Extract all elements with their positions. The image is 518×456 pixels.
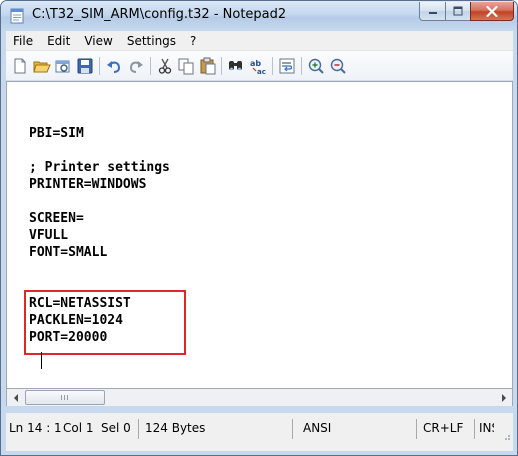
svg-text:ac: ac (257, 68, 266, 75)
redo-icon[interactable] (127, 57, 145, 75)
scroll-left-button[interactable] (7, 389, 24, 406)
code-line: ; Printer settings (29, 160, 170, 175)
menu-view[interactable]: View (77, 31, 119, 51)
toolbar-separator (301, 57, 302, 75)
status-column: Col 1 (63, 421, 94, 435)
word-wrap-icon[interactable] (278, 57, 296, 75)
close-icon (486, 5, 498, 17)
find-file-icon[interactable] (54, 57, 72, 75)
status-separator (292, 419, 293, 439)
menu-edit[interactable]: Edit (40, 31, 77, 51)
menu-help[interactable]: ? (183, 31, 203, 51)
status-file-size: 124 Bytes (145, 421, 206, 435)
code-line: FONT=SMALL (29, 245, 108, 260)
status-line-endings[interactable]: CR+LF (420, 413, 468, 443)
maximize-button[interactable] (445, 2, 471, 21)
zoom-out-icon[interactable] (329, 57, 347, 75)
open-folder-icon[interactable] (33, 57, 51, 75)
arrow-left-icon (13, 393, 18, 402)
status-selection: Sel 0 (101, 421, 131, 435)
scroll-thumb-grip: III (60, 393, 70, 402)
code-line: SCREEN= (29, 211, 84, 226)
code-line: PRINTER=WINDOWS (29, 177, 147, 192)
code-line: PBI=SIM (29, 126, 84, 141)
status-separator (138, 419, 139, 439)
cut-icon[interactable] (156, 57, 174, 75)
menu-settings[interactable]: Settings (120, 31, 183, 51)
highlight-annotation-box (24, 290, 186, 355)
copy-icon[interactable] (177, 57, 195, 75)
undo-icon[interactable] (105, 57, 123, 75)
scroll-right-button[interactable] (495, 389, 512, 406)
zoom-in-icon[interactable] (307, 57, 325, 75)
paste-icon[interactable] (199, 57, 217, 75)
close-button[interactable] (470, 2, 514, 21)
toolbar-separator (99, 57, 100, 75)
status-insert-mode: INS (479, 421, 494, 435)
status-bar: Ln 14 : 14 Col 1 Sel 0 124 Bytes ANSI CR… (6, 413, 513, 451)
save-icon[interactable] (76, 57, 94, 75)
toolbar: ab ac (6, 51, 513, 81)
toolbar-separator (150, 57, 151, 75)
notepad-app-icon (10, 8, 24, 24)
toolbar-separator (221, 57, 222, 75)
svg-text:ab: ab (250, 59, 261, 68)
replace-icon[interactable]: ab ac (249, 57, 267, 75)
text-editor[interactable]: PBI=SIM ; Printer settings PRINTER=WINDO… (6, 81, 513, 389)
menu-bar: File Edit View Settings ? (6, 31, 513, 51)
window-title: C:\T32_SIM_ARM\config.t32 - Notepad2 (32, 7, 287, 22)
status-separator (416, 419, 417, 439)
resize-grip-icon[interactable] (501, 431, 511, 441)
minimize-button[interactable] (419, 2, 446, 21)
status-separator (474, 419, 475, 439)
minimize-icon (428, 12, 437, 14)
text-caret (41, 352, 42, 369)
code-line: VFULL (29, 228, 69, 243)
maximize-icon (453, 6, 463, 16)
find-icon[interactable] (227, 57, 245, 75)
new-file-icon[interactable] (11, 57, 29, 75)
toolbar-separator (272, 57, 273, 75)
title-bar[interactable]: C:\T32_SIM_ARM\config.t32 - Notepad2 (1, 1, 517, 31)
scroll-thumb[interactable]: III (25, 390, 105, 405)
menu-file[interactable]: File (6, 31, 40, 51)
horizontal-scrollbar[interactable]: III (6, 389, 513, 406)
status-line-position: Ln 14 : 14 (9, 421, 61, 435)
notepad2-window: C:\T32_SIM_ARM\config.t32 - Notepad2 Fil… (0, 0, 518, 456)
arrow-right-icon (501, 393, 506, 402)
status-encoding[interactable]: ANSI (300, 413, 360, 443)
